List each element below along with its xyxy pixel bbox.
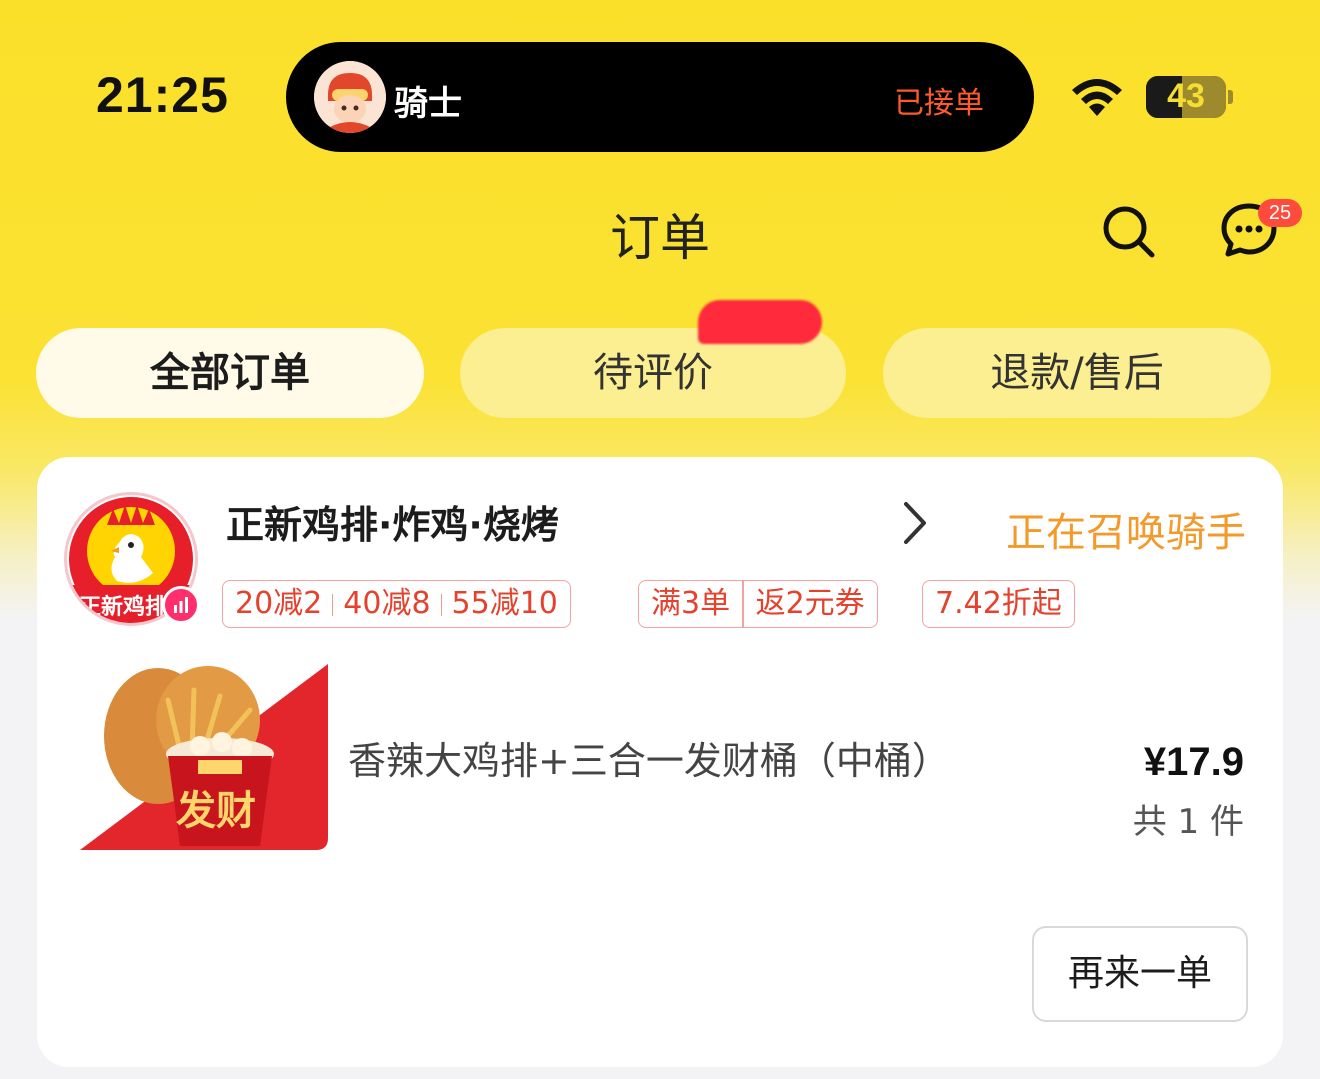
battery-level: 43 xyxy=(1167,77,1205,115)
item-count: 共 1 件 xyxy=(1132,802,1244,842)
rider-label: 骑士 xyxy=(394,84,462,124)
food-image[interactable]: 发财 xyxy=(80,660,330,852)
chevron-right-icon[interactable] xyxy=(900,500,930,546)
food-image-caption: 发财 xyxy=(176,787,256,834)
item-name: 香辣大鸡排+三合一发财桶（中桶） xyxy=(348,739,950,783)
promo-discount: 20减2 xyxy=(235,586,323,621)
search-icon[interactable] xyxy=(1100,203,1156,259)
order-status: 正在召唤骑手 xyxy=(1006,510,1246,556)
promo-cashback-condition: 满3单 xyxy=(651,586,731,621)
rider-status: 已接单 xyxy=(894,86,984,121)
promo-discount: 55减10 xyxy=(451,586,558,621)
promo-discounts: 20减2 40减8 55减10 xyxy=(222,580,571,628)
battery-cap xyxy=(1228,90,1233,104)
store-name[interactable]: 正新鸡排·炸鸡·烧烤 xyxy=(226,494,559,549)
tab-notice-bubble xyxy=(698,300,822,344)
tab-refund[interactable]: 退款/售后 xyxy=(883,328,1271,418)
status-time: 21:25 xyxy=(96,67,229,123)
promo-discount: 40减8 xyxy=(343,586,431,621)
battery-icon: 43 xyxy=(1146,76,1226,118)
rider-avatar xyxy=(314,61,386,133)
reorder-button[interactable]: 再来一单 xyxy=(1032,926,1248,1022)
store-stats-icon xyxy=(162,586,200,624)
message-badge: 25 xyxy=(1258,199,1302,227)
live-activity-island[interactable]: 骑士 已接单 xyxy=(286,42,1034,152)
item-price: ¥17.9 xyxy=(1143,740,1244,784)
tab-all-orders[interactable]: 全部订单 xyxy=(36,328,424,418)
promo-cashback: 满3单 返2元券 xyxy=(638,580,878,628)
promo-cashback-reward: 返2元券 xyxy=(755,586,865,621)
store-logo-text: 正新鸡排 xyxy=(79,595,168,620)
wifi-icon xyxy=(1072,79,1122,116)
promo-rebate: 7.42折起 xyxy=(922,580,1075,628)
